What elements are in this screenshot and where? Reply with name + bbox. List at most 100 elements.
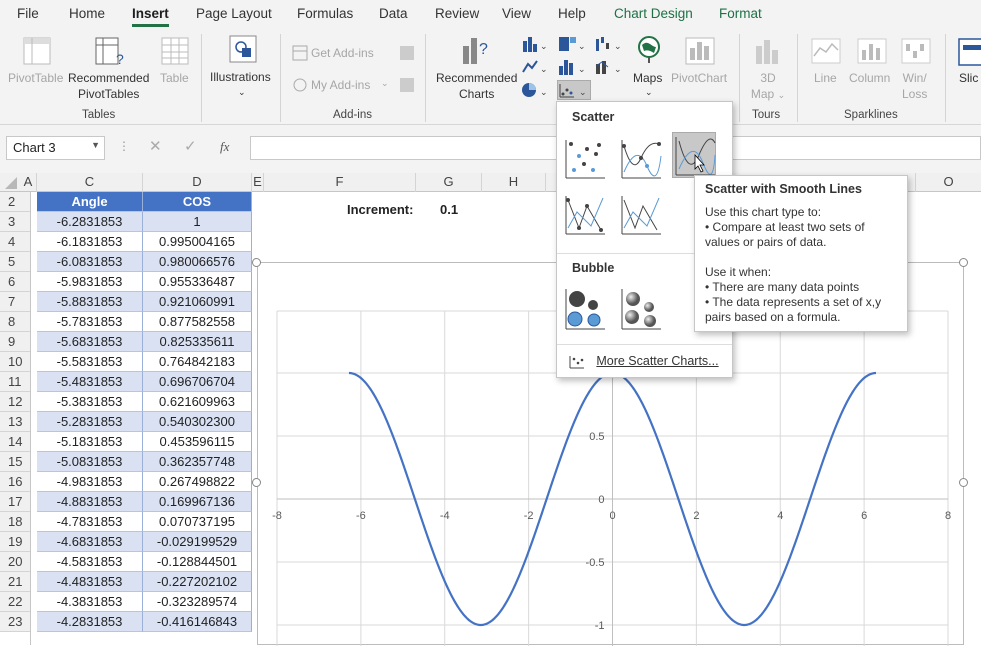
cos-cell[interactable]: 0.921060991 <box>143 292 252 312</box>
angle-cell[interactable]: -4.2831853 <box>37 612 143 632</box>
angle-cell[interactable]: -4.3831853 <box>37 592 143 612</box>
sparkline-line-button[interactable]: Line <box>814 70 837 86</box>
angle-cell[interactable]: -5.6831853 <box>37 332 143 352</box>
angle-cell[interactable]: -5.0831853 <box>37 452 143 472</box>
cos-cell[interactable]: 0.825335611 <box>143 332 252 352</box>
select-all-corner[interactable] <box>0 173 20 192</box>
tab-file[interactable]: File <box>17 6 39 21</box>
row-header[interactable]: 17 <box>0 492 30 512</box>
cos-cell[interactable]: 0.362357748 <box>143 452 252 472</box>
3d-map-button[interactable]: 3D Map ⌄ <box>750 70 786 103</box>
insert-function-icon[interactable]: fx <box>220 139 229 155</box>
tab-insert[interactable]: Insert <box>132 6 169 27</box>
cos-cell[interactable]: 0.995004165 <box>143 232 252 252</box>
cos-cell[interactable]: 0.267498822 <box>143 472 252 492</box>
angle-cell[interactable]: -5.1831853 <box>37 432 143 452</box>
chart-resize-handle[interactable] <box>959 478 968 487</box>
column-header-h[interactable]: H <box>482 173 546 192</box>
cos-cell[interactable]: 0.621609963 <box>143 392 252 412</box>
row-header[interactable]: 4 <box>0 232 30 252</box>
angle-cell[interactable]: -5.2831853 <box>37 412 143 432</box>
column-header-d[interactable]: D <box>143 173 252 192</box>
row-header[interactable]: 15 <box>0 452 30 472</box>
sparkline-column-button[interactable]: Column <box>849 70 890 86</box>
tab-help[interactable]: Help <box>558 6 586 21</box>
cancel-icon[interactable]: ✕ <box>149 137 162 155</box>
angle-cell[interactable]: -5.8831853 <box>37 292 143 312</box>
row-header[interactable]: 7 <box>0 292 30 312</box>
angle-cell[interactable]: -4.8831853 <box>37 492 143 512</box>
angle-cell[interactable]: -5.5831853 <box>37 352 143 372</box>
table-button[interactable]: Table <box>160 70 189 86</box>
row-header[interactable]: 9 <box>0 332 30 352</box>
cos-cell[interactable]: -0.029199529 <box>143 532 252 552</box>
combo-chart-icon[interactable]: ⌄ <box>594 58 624 76</box>
angle-header[interactable]: Angle <box>37 192 143 212</box>
angle-cell[interactable]: -4.7831853 <box>37 512 143 532</box>
row-header[interactable]: 3 <box>0 212 30 232</box>
column-header-g[interactable]: G <box>416 173 482 192</box>
cos-cell[interactable]: 0.877582558 <box>143 312 252 332</box>
3d-bubble-option[interactable] <box>619 285 663 331</box>
sparkline-winloss-button[interactable]: Win/Loss <box>902 70 927 102</box>
row-header[interactable]: 11 <box>0 372 30 392</box>
scatter-straight-markers-option[interactable] <box>563 192 607 238</box>
scatter-straight-lines-option[interactable] <box>619 192 663 238</box>
my-addins-button[interactable]: My Add-ins <box>311 77 370 93</box>
row-header[interactable]: 21 <box>0 572 30 592</box>
row-header[interactable]: 18 <box>0 512 30 532</box>
column-header-f[interactable]: F <box>264 173 416 192</box>
angle-cell[interactable]: -4.6831853 <box>37 532 143 552</box>
tab-review[interactable]: Review <box>435 6 479 21</box>
column-chart-icon[interactable]: ⌄ <box>521 35 549 53</box>
angle-cell[interactable]: -5.3831853 <box>37 392 143 412</box>
enter-icon[interactable]: ✓ <box>184 137 197 155</box>
recommended-pivottables-button[interactable]: Recommended PivotTables <box>68 70 149 102</box>
cos-cell[interactable]: 0.955336487 <box>143 272 252 292</box>
chart-resize-handle[interactable] <box>252 258 261 267</box>
scatter-chart-button[interactable]: ⌄ <box>557 80 591 100</box>
slicer-button[interactable]: Slic <box>959 70 978 86</box>
tab-view[interactable]: View <box>502 6 531 21</box>
cos-cell[interactable]: 0.169967136 <box>143 492 252 512</box>
waterfall-chart-icon[interactable]: ⌄ <box>594 35 624 53</box>
row-header[interactable]: 22 <box>0 592 30 612</box>
angle-cell[interactable]: -6.2831853 <box>37 212 143 232</box>
tab-format[interactable]: Format <box>719 6 762 21</box>
column-header-e[interactable]: E <box>252 173 264 192</box>
row-header[interactable]: 16 <box>0 472 30 492</box>
tab-formulas[interactable]: Formulas <box>297 6 353 21</box>
cos-cell[interactable]: 1 <box>143 212 252 232</box>
cos-cell[interactable]: -0.416146843 <box>143 612 252 632</box>
row-header[interactable]: 2 <box>0 192 30 212</box>
row-header[interactable]: 10 <box>0 352 30 372</box>
row-header[interactable]: 23 <box>0 612 30 632</box>
row-header[interactable]: 6 <box>0 272 30 292</box>
column-header-o[interactable]: O <box>916 173 981 192</box>
pie-chart-icon[interactable]: ⌄ <box>521 81 549 99</box>
scatter-smooth-markers-option[interactable] <box>619 136 663 182</box>
cos-cell[interactable]: 0.540302300 <box>143 412 252 432</box>
tab-chart-design[interactable]: Chart Design <box>614 6 693 21</box>
row-header[interactable]: 13 <box>0 412 30 432</box>
pivotchart-button[interactable]: PivotChart <box>671 70 727 86</box>
cos-cell[interactable]: -0.227202102 <box>143 572 252 592</box>
tab-home[interactable]: Home <box>69 6 105 21</box>
cos-cell[interactable]: 0.696706704 <box>143 372 252 392</box>
scatter-smooth-lines-option[interactable] <box>672 132 716 178</box>
pivot-table-button[interactable]: PivotTable <box>8 70 63 86</box>
bubble-option[interactable] <box>563 285 607 331</box>
row-header[interactable]: 12 <box>0 392 30 412</box>
cos-header[interactable]: COS <box>143 192 252 212</box>
tab-data[interactable]: Data <box>379 6 408 21</box>
get-addins-button[interactable]: Get Add-ins <box>311 45 374 61</box>
line-chart-icon[interactable]: ⌄ <box>521 58 549 76</box>
row-header[interactable]: 19 <box>0 532 30 552</box>
increment-value[interactable]: 0.1 <box>440 202 458 217</box>
row-header[interactable]: 14 <box>0 432 30 452</box>
angle-cell[interactable]: -6.0831853 <box>37 252 143 272</box>
illustrations-button[interactable]: Illustrations <box>210 69 271 85</box>
name-box[interactable]: Chart 3 ▼ <box>6 136 105 160</box>
statistic-chart-icon[interactable]: ⌄ <box>557 58 587 76</box>
cos-cell[interactable]: -0.323289574 <box>143 592 252 612</box>
